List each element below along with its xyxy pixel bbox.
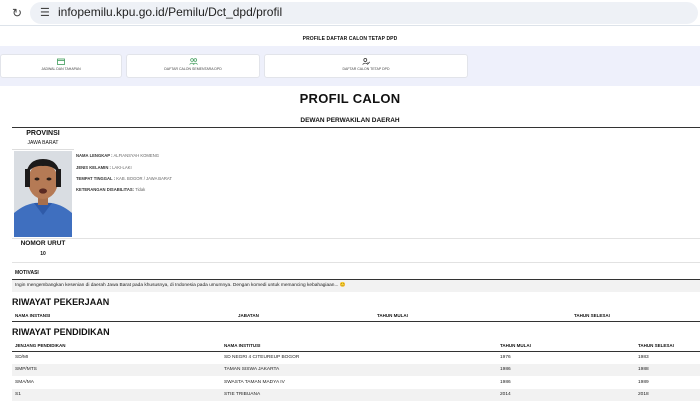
motivasi-label: MOTIVASI [15,270,39,276]
nav-card-label: JADWAL DAN TAHAPAN [41,67,81,71]
field-tempat-tinggal: TEMPAT TINGGAL : KAB. BOGOR / JAWA BARAT [76,176,172,181]
riwayat-pekerjaan-title: RIWAYAT PEKERJAAN [12,297,110,307]
table-row: S1 STIE TRIBUANA 2014 2018 [12,389,700,401]
cell-jenjang: SD/MI [15,355,29,360]
browser-toolbar: ↻ ☰ infopemilu.kpu.go.id/Pemilu/Dct_dpd/… [0,0,700,26]
nav-card-label: DAFTAR CALON TETAP DPD [342,67,390,71]
candidate-photo [14,151,72,237]
cell-institusi: SD NEGRI 4 CITEUREUP BOGOR [224,355,300,360]
profile-subheading: DEWAN PERWAKILAN DAERAH [300,117,400,124]
riwayat-pendidikan-title: RIWAYAT PENDIDIKAN [12,327,110,337]
table-row: SMP/MTS TAMAN SISWA JAKARTA 1986 1988 [12,364,700,376]
field-value: Tidak [135,187,146,192]
field-nama: NAMA LENGKAP : ALFIANSYAH KOMENG [76,153,159,158]
page-title: PROFILE DAFTAR CALON TETAP DPD [302,36,398,42]
divider [12,238,700,239]
field-label: KETERANGAN DISABILITAS: [76,187,135,192]
people-icon [188,58,198,65]
cell-institusi: TAMAN SISWA JAKARTA [224,367,280,372]
cell-selesai: 1989 [638,380,649,385]
column-header: TAHUN SELESAI [574,313,610,318]
reload-icon[interactable]: ↻ [12,6,22,20]
motivasi-box: Ingin mengembangkan kesenian di daerah J… [12,279,700,292]
cell-institusi: STIE TRIBUANA [224,392,261,397]
divider [12,149,74,150]
column-header: TAHUN MULAI [500,343,531,348]
field-value: KAB. BOGOR / JAWA BARAT [116,176,172,181]
nav-card-jadwal[interactable]: JADWAL DAN TAHAPAN [0,54,122,78]
motivasi-text: Ingin mengembangkan kesenian di daerah J… [15,283,346,288]
nomor-urut-label: NOMOR URUT [20,240,66,247]
cell-mulai: 1986 [500,380,511,385]
nomor-urut-value: 10 [40,251,46,257]
cell-mulai: 1986 [500,367,511,372]
address-bar[interactable]: ☰ infopemilu.kpu.go.id/Pemilu/Dct_dpd/pr… [30,2,698,24]
provinsi-value: JAWA BARAT [27,140,59,146]
cell-jenjang: SMP/MTS [15,367,37,372]
cell-mulai: 1976 [500,355,511,360]
provinsi-label: PROVINSI [26,130,60,137]
cell-jenjang: SMA/MA [15,380,34,385]
divider [12,127,700,128]
cell-selesai: 2018 [638,392,649,397]
column-header: JABATAN [238,313,259,318]
column-header: NAMA INSTANSI [15,313,51,318]
page-title-bar: PROFILE DAFTAR CALON TETAP DPD [0,27,700,45]
divider [12,321,700,322]
nav-card-dct[interactable]: DAFTAR CALON TETAP DPD [264,54,468,78]
cell-jenjang: S1 [15,392,21,397]
field-label: TEMPAT TINGGAL : [76,176,116,181]
cell-selesai: 1983 [638,355,649,360]
calendar-icon [57,58,65,65]
nav-card-label: DAFTAR CALON SEMENTARA DPD [164,67,222,71]
user-check-icon [362,58,370,65]
column-header: TAHUN SELESAI [638,343,674,348]
field-disabilitas: KETERANGAN DISABILITAS: Tidak [76,187,145,192]
cell-institusi: SWASTA TAMAN MADYA IV [224,380,285,385]
field-jenis-kelamin: JENIS KELAMIN : LAKI-LAKI [76,165,132,170]
table-row: SD/MI SD NEGRI 4 CITEUREUP BOGOR 1976 19… [12,352,700,364]
column-header: JENJANG PENDIDIKAN [15,343,66,348]
cell-selesai: 1988 [638,367,649,372]
nav-card-dcs[interactable]: DAFTAR CALON SEMENTARA DPD [126,54,260,78]
column-header: NAMA INSTITUSI [224,343,261,348]
profile-heading: PROFIL CALON [299,91,401,106]
field-label: NAMA LENGKAP : [76,153,113,158]
site-settings-icon[interactable]: ☰ [40,6,50,19]
divider [12,262,700,263]
field-label: JENIS KELAMIN : [76,165,111,170]
field-value: LAKI-LAKI [112,165,132,170]
cell-mulai: 2014 [500,392,511,397]
url-text[interactable]: infopemilu.kpu.go.id/Pemilu/Dct_dpd/prof… [58,5,282,19]
column-header: TAHUN MULAI [377,313,408,318]
table-row: SMA/MA SWASTA TAMAN MADYA IV 1986 1989 [12,377,700,389]
field-value: ALFIANSYAH KOMENG [113,153,159,158]
